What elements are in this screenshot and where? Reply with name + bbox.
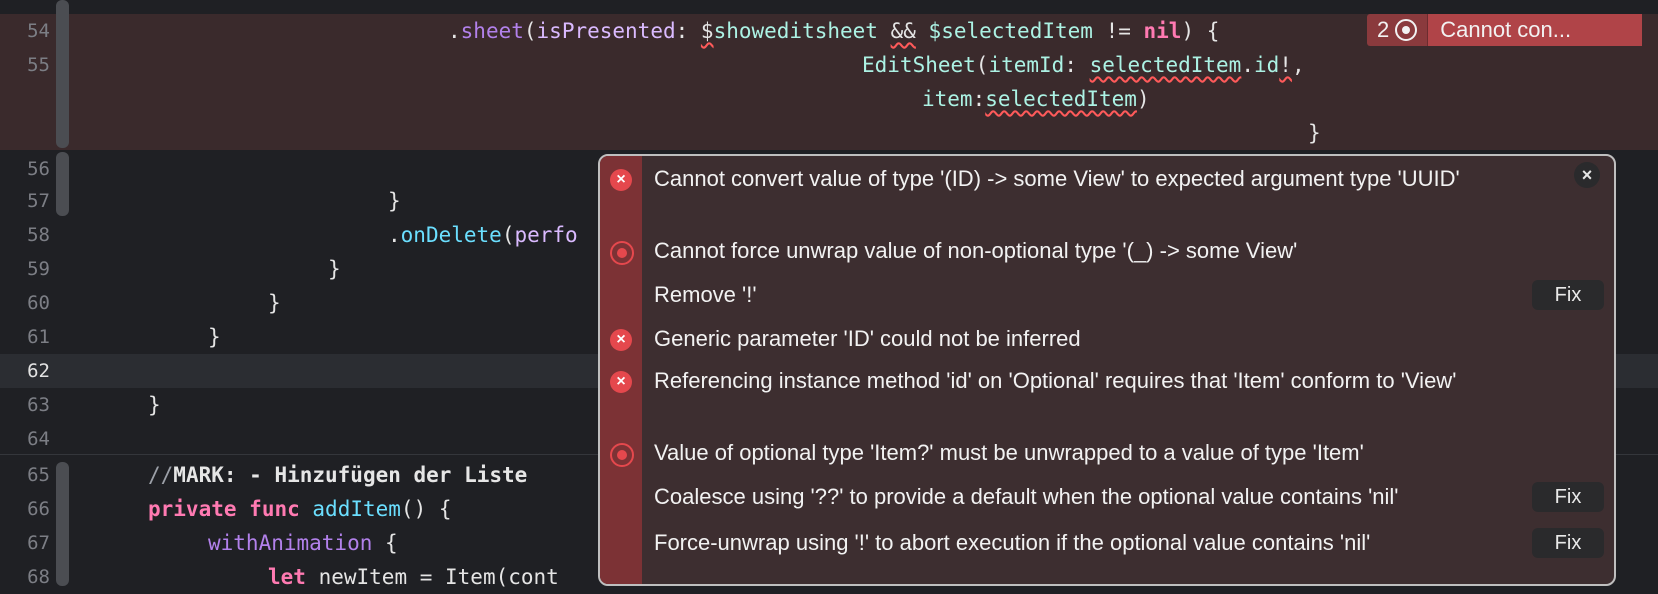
inline-error-badge[interactable]: 2 Cannot con... <box>1367 14 1642 46</box>
error-x-icon: × <box>610 371 632 393</box>
error-item[interactable]: × Generic parameter 'ID' could not be in… <box>600 324 1614 356</box>
code-line-63[interactable]: } <box>148 388 161 422</box>
error-x-icon: × <box>610 329 632 351</box>
error-count: 2 <box>1377 17 1390 42</box>
code-line-57[interactable]: } <box>388 184 401 218</box>
error-text: Value of optional type 'Item?' must be u… <box>654 440 1364 465</box>
line-number: 62 <box>27 360 50 382</box>
error-item[interactable]: × Cannot convert value of type '(ID) -> … <box>600 164 1614 224</box>
fix-item[interactable]: Force-unwrap using '!' to abort executio… <box>600 526 1614 560</box>
code-line-68[interactable]: let newItem = Item(cont <box>268 560 559 594</box>
line-number: 61 <box>27 326 50 348</box>
error-dot-icon <box>610 241 634 265</box>
fix-item[interactable]: Coalesce using '??' to provide a default… <box>600 480 1614 514</box>
error-item[interactable]: Cannot force unwrap value of non-optiona… <box>600 236 1614 268</box>
fold-ribbon[interactable] <box>56 462 69 586</box>
fold-ribbon[interactable] <box>56 0 69 148</box>
code-line-65[interactable]: //MARK: - Hinzufügen der Liste <box>148 458 527 492</box>
error-text: Referencing instance method 'id' on 'Opt… <box>654 368 1457 393</box>
line-number: 66 <box>27 498 50 520</box>
code-line-60[interactable]: } <box>268 286 281 320</box>
line-number: 58 <box>27 224 50 246</box>
line-number: 55 <box>27 54 50 76</box>
error-text: Cannot convert value of type '(ID) -> so… <box>654 166 1460 191</box>
line-number: 59 <box>27 258 50 280</box>
code-line-61[interactable]: } <box>208 320 221 354</box>
code-line-59[interactable]: } <box>328 252 341 286</box>
fix-text: Force-unwrap using '!' to abort executio… <box>654 530 1371 555</box>
error-text: Generic parameter 'ID' could not be infe… <box>654 326 1081 351</box>
line-number: 57 <box>27 190 50 212</box>
code-line-55[interactable]: EditSheet(itemId: selectedItem.id!, <box>862 48 1305 82</box>
error-text: Cannot force unwrap value of non-optiona… <box>654 238 1298 263</box>
code-line-66[interactable]: private func addItem() { <box>148 492 452 526</box>
error-item[interactable]: × Referencing instance method 'id' on 'O… <box>600 366 1614 426</box>
line-number: 60 <box>27 292 50 314</box>
line-number: 65 <box>27 464 50 486</box>
fix-text: Coalesce using '??' to provide a default… <box>654 484 1399 509</box>
line-number: 54 <box>27 20 50 42</box>
error-x-icon: × <box>610 169 632 191</box>
code-line-55-cont[interactable]: item:selectedItem) <box>922 82 1150 116</box>
line-number: 56 <box>27 158 50 180</box>
error-block-highlight <box>0 46 1658 150</box>
error-dot-icon <box>610 443 634 467</box>
error-message-preview: Cannot con... <box>1427 14 1642 46</box>
error-item[interactable]: Value of optional type 'Item?' must be u… <box>600 438 1614 470</box>
line-number: 67 <box>27 532 50 554</box>
code-line-55-close[interactable]: } <box>1308 116 1321 150</box>
code-line-54[interactable]: .sheet(isPresented: $showeditsheet && $s… <box>448 14 1219 48</box>
fix-text: Remove '!' <box>654 282 757 307</box>
error-dot-icon <box>1395 19 1418 41</box>
fix-button[interactable]: Fix <box>1532 482 1604 512</box>
fix-item[interactable]: Remove '!' Fix <box>600 278 1614 312</box>
fix-button[interactable]: Fix <box>1532 280 1604 310</box>
fix-button[interactable]: Fix <box>1532 528 1604 558</box>
error-popover: × × Cannot convert value of type '(ID) -… <box>598 154 1616 586</box>
code-line-67[interactable]: withAnimation { <box>208 526 398 560</box>
line-number: 64 <box>27 428 50 450</box>
line-number: 68 <box>27 566 50 588</box>
line-number: 63 <box>27 394 50 416</box>
code-line-58[interactable]: .onDelete(perfo <box>388 218 578 252</box>
fold-ribbon[interactable] <box>56 152 69 216</box>
